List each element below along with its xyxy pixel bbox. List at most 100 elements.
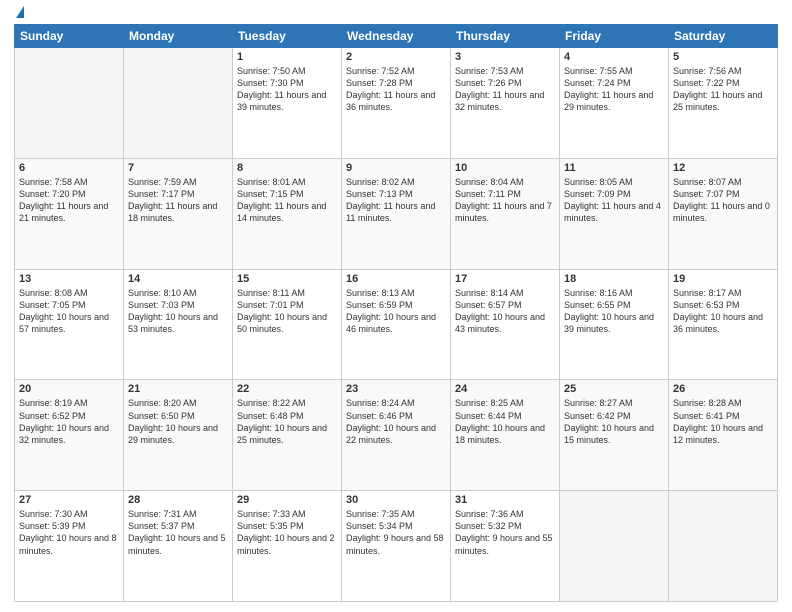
calendar-cell: 23 Sunrise: 8:24 AMSunset: 6:46 PMDayligh… [342, 380, 451, 491]
day-info: Sunrise: 7:55 AMSunset: 7:24 PMDaylight:… [564, 65, 664, 114]
calendar-cell: 29 Sunrise: 7:33 AMSunset: 5:35 PMDayligh… [233, 491, 342, 602]
col-header-monday: Monday [124, 25, 233, 48]
day-info: Sunrise: 8:02 AMSunset: 7:13 PMDaylight:… [346, 176, 446, 225]
calendar-cell: 20Sunrise: 8:19 AMSunset: 6:52 PMDayligh… [15, 380, 124, 491]
day-number: 23 [346, 383, 446, 395]
calendar-week-row: 6 Sunrise: 7:58 AMSunset: 7:20 PMDaylight… [15, 158, 778, 269]
day-number: 26 [673, 383, 773, 395]
day-info: Sunrise: 8:13 AMSunset: 6:59 PMDaylight:… [346, 287, 446, 336]
day-number: 9 [346, 162, 446, 174]
day-number: 5 [673, 51, 773, 63]
calendar-cell: 28 Sunrise: 7:31 AMSunset: 5:37 PMDayligh… [124, 491, 233, 602]
calendar-cell: 15Sunrise: 8:11 AMSunset: 7:01 PMDayligh… [233, 269, 342, 380]
day-number: 27 [19, 494, 119, 506]
day-number: 21 [128, 383, 228, 395]
logo-icon [16, 6, 24, 18]
day-info: Sunrise: 8:11 AMSunset: 7:01 PMDaylight:… [237, 287, 337, 336]
day-number: 24 [455, 383, 555, 395]
day-info: Sunrise: 8:07 AMSunset: 7:07 PMDaylight:… [673, 176, 773, 225]
page: SundayMondayTuesdayWednesdayThursdayFrid… [0, 0, 792, 612]
day-info: Sunrise: 7:36 AMSunset: 5:32 PMDaylight:… [455, 508, 555, 557]
calendar-cell: 8 Sunrise: 8:01 AMSunset: 7:15 PMDaylight… [233, 158, 342, 269]
day-info: Sunrise: 8:20 AMSunset: 6:50 PMDaylight:… [128, 397, 228, 446]
day-info: Sunrise: 7:35 AMSunset: 5:34 PMDaylight:… [346, 508, 446, 557]
calendar-cell: 26 Sunrise: 8:28 AMSunset: 6:41 PMDayligh… [669, 380, 778, 491]
calendar-cell [15, 48, 124, 159]
day-number: 17 [455, 273, 555, 285]
calendar-cell: 12 Sunrise: 8:07 AMSunset: 7:07 PMDayligh… [669, 158, 778, 269]
day-info: Sunrise: 8:27 AMSunset: 6:42 PMDaylight:… [564, 397, 664, 446]
calendar-cell: 30 Sunrise: 7:35 AMSunset: 5:34 PMDayligh… [342, 491, 451, 602]
col-header-friday: Friday [560, 25, 669, 48]
day-info: Sunrise: 8:08 AMSunset: 7:05 PMDaylight:… [19, 287, 119, 336]
day-number: 31 [455, 494, 555, 506]
calendar-cell [560, 491, 669, 602]
calendar-cell: 18 Sunrise: 8:16 AMSunset: 6:55 PMDayligh… [560, 269, 669, 380]
day-info: Sunrise: 7:53 AMSunset: 7:26 PMDaylight:… [455, 65, 555, 114]
day-number: 28 [128, 494, 228, 506]
calendar-cell: 19Sunrise: 8:17 AMSunset: 6:53 PMDayligh… [669, 269, 778, 380]
day-info: Sunrise: 8:05 AMSunset: 7:09 PMDaylight:… [564, 176, 664, 225]
calendar-cell: 10 Sunrise: 8:04 AMSunset: 7:11 PMDayligh… [451, 158, 560, 269]
calendar-cell [669, 491, 778, 602]
day-info: Sunrise: 7:52 AMSunset: 7:28 PMDaylight:… [346, 65, 446, 114]
day-info: Sunrise: 7:56 AMSunset: 7:22 PMDaylight:… [673, 65, 773, 114]
day-number: 30 [346, 494, 446, 506]
day-number: 14 [128, 273, 228, 285]
calendar-cell: 21 Sunrise: 8:20 AMSunset: 6:50 PMDayligh… [124, 380, 233, 491]
col-header-wednesday: Wednesday [342, 25, 451, 48]
day-number: 11 [564, 162, 664, 174]
day-number: 29 [237, 494, 337, 506]
calendar-week-row: 27Sunrise: 7:30 AMSunset: 5:39 PMDayligh… [15, 491, 778, 602]
day-number: 13 [19, 273, 119, 285]
day-info: Sunrise: 8:17 AMSunset: 6:53 PMDaylight:… [673, 287, 773, 336]
calendar-cell: 22Sunrise: 8:22 AMSunset: 6:48 PMDayligh… [233, 380, 342, 491]
calendar-cell: 9 Sunrise: 8:02 AMSunset: 7:13 PMDaylight… [342, 158, 451, 269]
day-info: Sunrise: 7:59 AMSunset: 7:17 PMDaylight:… [128, 176, 228, 225]
calendar-cell: 25 Sunrise: 8:27 AMSunset: 6:42 PMDayligh… [560, 380, 669, 491]
calendar-cell [124, 48, 233, 159]
day-info: Sunrise: 7:33 AMSunset: 5:35 PMDaylight:… [237, 508, 337, 557]
day-number: 4 [564, 51, 664, 63]
col-header-sunday: Sunday [15, 25, 124, 48]
calendar-week-row: 1 Sunrise: 7:50 AMSunset: 7:30 PMDaylight… [15, 48, 778, 159]
calendar-cell: 2Sunrise: 7:52 AMSunset: 7:28 PMDaylight… [342, 48, 451, 159]
calendar-cell: 7 Sunrise: 7:59 AMSunset: 7:17 PMDaylight… [124, 158, 233, 269]
calendar-cell: 11 Sunrise: 8:05 AMSunset: 7:09 PMDayligh… [560, 158, 669, 269]
calendar-header-row: SundayMondayTuesdayWednesdayThursdayFrid… [15, 25, 778, 48]
day-number: 7 [128, 162, 228, 174]
day-info: Sunrise: 8:16 AMSunset: 6:55 PMDaylight:… [564, 287, 664, 336]
day-info: Sunrise: 7:50 AMSunset: 7:30 PMDaylight:… [237, 65, 337, 114]
day-number: 25 [564, 383, 664, 395]
col-header-tuesday: Tuesday [233, 25, 342, 48]
day-number: 12 [673, 162, 773, 174]
header [14, 10, 778, 18]
day-info: Sunrise: 8:25 AMSunset: 6:44 PMDaylight:… [455, 397, 555, 446]
day-number: 18 [564, 273, 664, 285]
logo [14, 10, 24, 18]
calendar-cell: 31 Sunrise: 7:36 AMSunset: 5:32 PMDayligh… [451, 491, 560, 602]
day-info: Sunrise: 8:24 AMSunset: 6:46 PMDaylight:… [346, 397, 446, 446]
day-number: 10 [455, 162, 555, 174]
calendar-week-row: 13 Sunrise: 8:08 AMSunset: 7:05 PMDayligh… [15, 269, 778, 380]
day-info: Sunrise: 8:22 AMSunset: 6:48 PMDaylight:… [237, 397, 337, 446]
day-info: Sunrise: 7:31 AMSunset: 5:37 PMDaylight:… [128, 508, 228, 557]
day-info: Sunrise: 7:58 AMSunset: 7:20 PMDaylight:… [19, 176, 119, 225]
calendar-cell: 13 Sunrise: 8:08 AMSunset: 7:05 PMDayligh… [15, 269, 124, 380]
calendar-cell: 14 Sunrise: 8:10 AMSunset: 7:03 PMDayligh… [124, 269, 233, 380]
day-info: Sunrise: 8:01 AMSunset: 7:15 PMDaylight:… [237, 176, 337, 225]
col-header-thursday: Thursday [451, 25, 560, 48]
calendar-cell: 16Sunrise: 8:13 AMSunset: 6:59 PMDayligh… [342, 269, 451, 380]
day-number: 6 [19, 162, 119, 174]
calendar-cell: 17Sunrise: 8:14 AMSunset: 6:57 PMDayligh… [451, 269, 560, 380]
calendar-cell: 1 Sunrise: 7:50 AMSunset: 7:30 PMDaylight… [233, 48, 342, 159]
calendar-cell: 5 Sunrise: 7:56 AMSunset: 7:22 PMDaylight… [669, 48, 778, 159]
day-info: Sunrise: 8:28 AMSunset: 6:41 PMDaylight:… [673, 397, 773, 446]
calendar-cell: 3 Sunrise: 7:53 AMSunset: 7:26 PMDaylight… [451, 48, 560, 159]
day-info: Sunrise: 8:10 AMSunset: 7:03 PMDaylight:… [128, 287, 228, 336]
day-number: 3 [455, 51, 555, 63]
day-number: 8 [237, 162, 337, 174]
calendar-cell: 6 Sunrise: 7:58 AMSunset: 7:20 PMDaylight… [15, 158, 124, 269]
day-number: 1 [237, 51, 337, 63]
day-info: Sunrise: 8:04 AMSunset: 7:11 PMDaylight:… [455, 176, 555, 225]
